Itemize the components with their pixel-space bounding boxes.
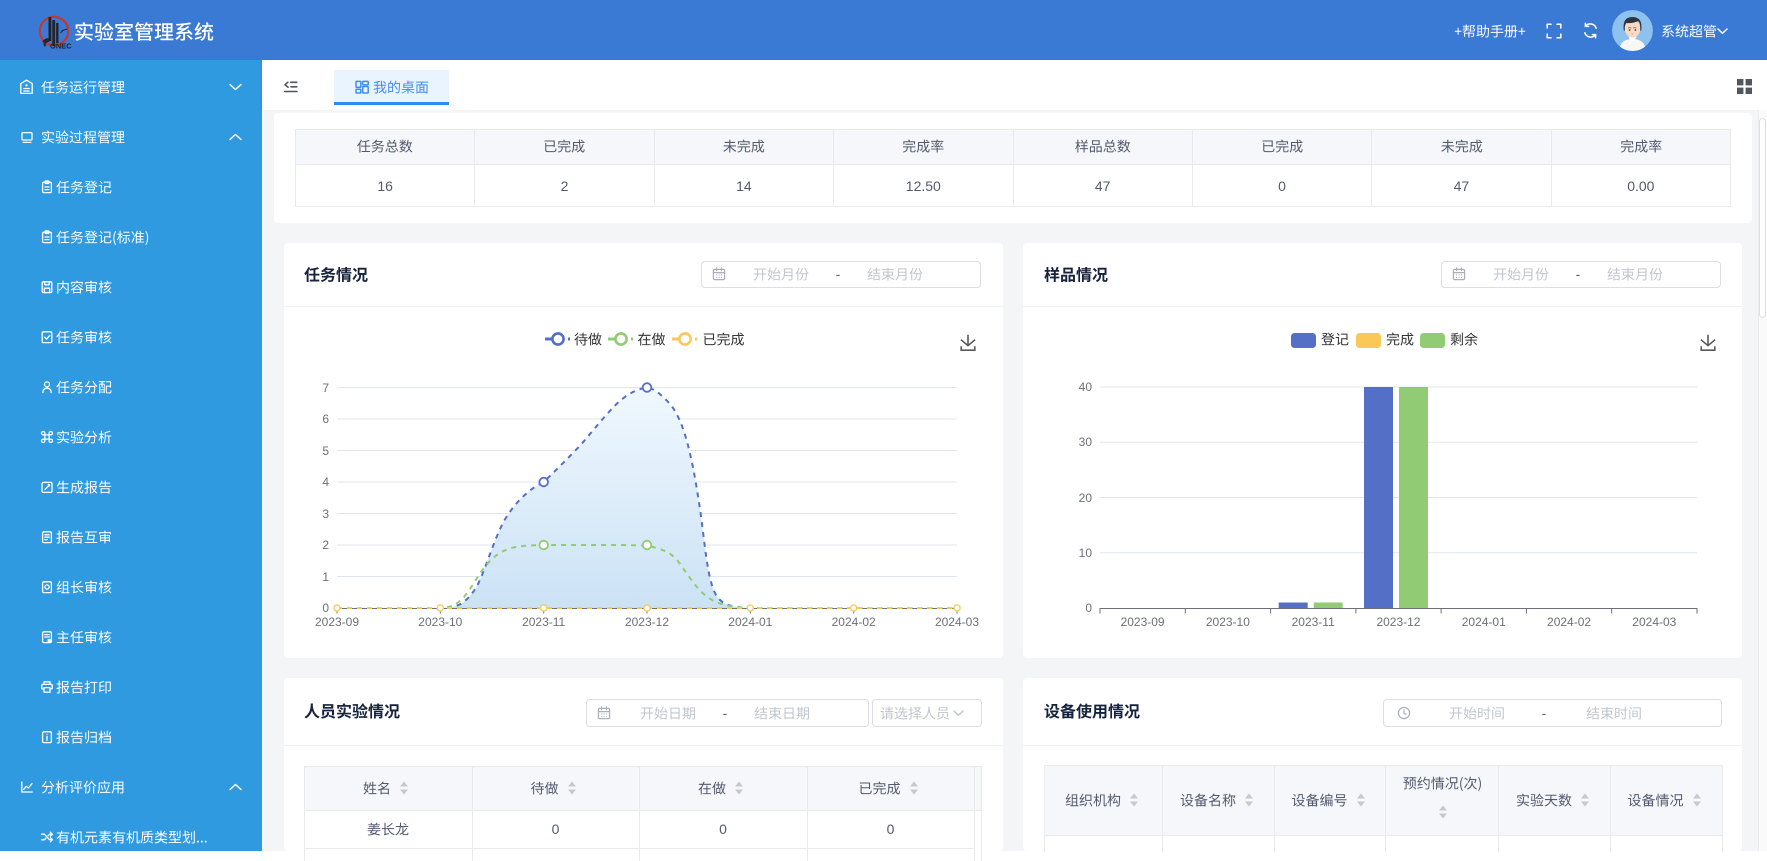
svg-text:ONEC: ONEC [50, 42, 72, 51]
